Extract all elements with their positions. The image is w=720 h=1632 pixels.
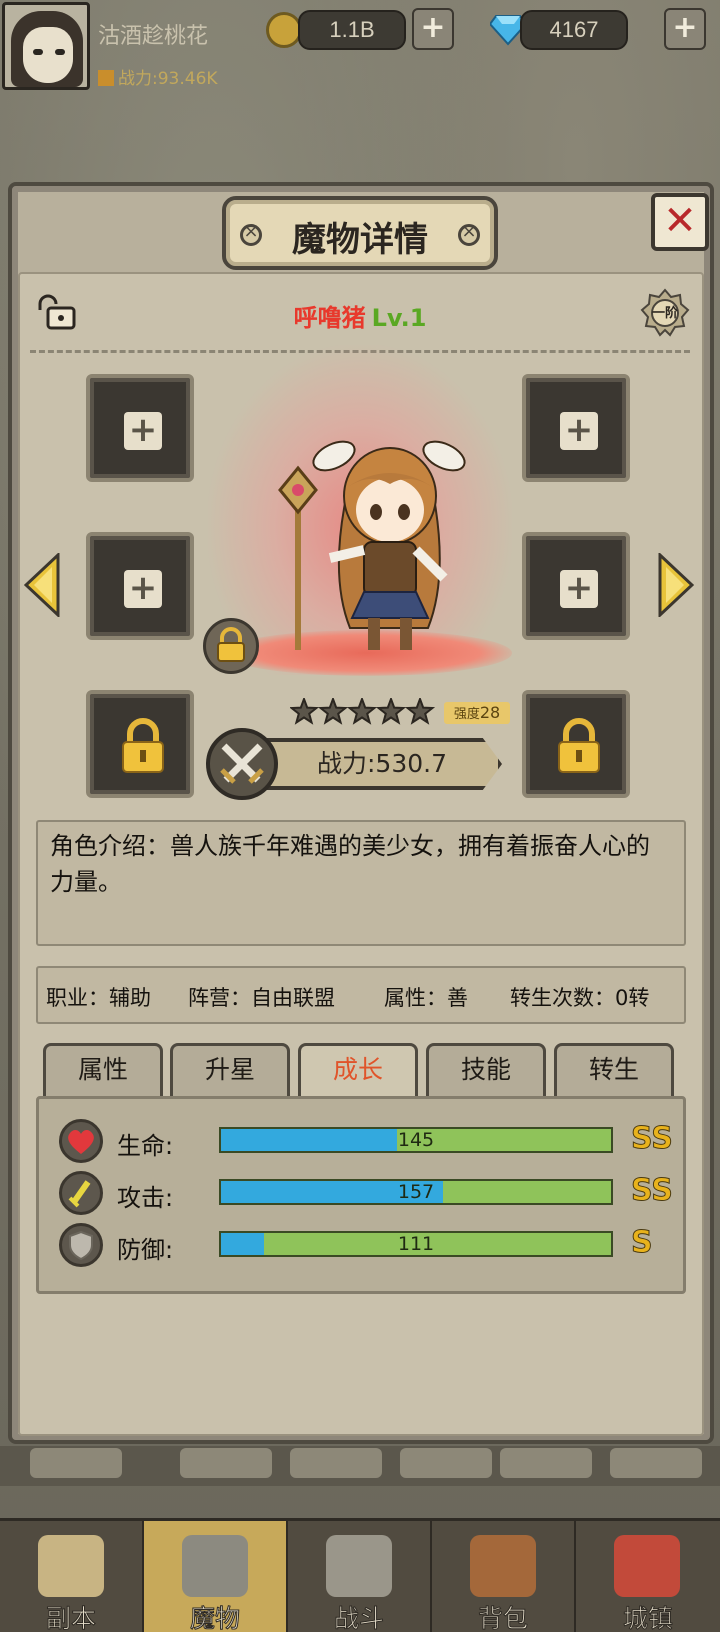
crossed-swords-icon: [220, 743, 264, 784]
equip-slot-1[interactable]: +: [86, 374, 194, 482]
player-power-value: 战力:93.46K: [118, 69, 218, 89]
attack-growth-value: 157: [397, 1181, 435, 1203]
sword-icon: [59, 1171, 103, 1215]
map-icon: [38, 1535, 104, 1597]
add-icon: +: [560, 570, 598, 608]
filter-strip: [0, 1446, 720, 1486]
player-avatar[interactable]: [2, 2, 90, 90]
player-power: 战力:93.46K: [98, 64, 218, 89]
attack-label: 攻击:: [117, 1184, 174, 1212]
strength-label: 强度: [453, 707, 480, 722]
top-bar: 沽酒趁桃花 战力:93.46K 1.1B + 4167 +: [0, 0, 720, 92]
nav-dungeon[interactable]: 副本: [0, 1521, 144, 1632]
star-icon: [290, 698, 320, 725]
defense-growth-bar: 111: [219, 1231, 613, 1257]
hp-label: 生命:: [117, 1132, 174, 1160]
equip-slot-2[interactable]: +: [522, 374, 630, 482]
alignment-text: 属性：善: [384, 986, 468, 1010]
character-lock-button[interactable]: [203, 618, 259, 674]
tab-rebirth[interactable]: 转生: [554, 1043, 674, 1097]
star-rating: [290, 698, 436, 725]
add-icon: +: [124, 570, 162, 608]
nav-monster-label: 魔物: [189, 1604, 240, 1632]
gem-count: 4167: [520, 10, 628, 50]
faction-text: 阵营：自由联盟: [188, 986, 335, 1010]
defense-label: 防御:: [117, 1236, 174, 1264]
monster-icon: [182, 1535, 248, 1597]
tab-growth[interactable]: 成长: [298, 1043, 418, 1099]
attributes-row: 职业：辅助 阵营：自由联盟 属性：善 转生次数：0转: [36, 966, 686, 1024]
nav-backpack-label: 背包: [477, 1604, 528, 1632]
equip-slot-4[interactable]: +: [522, 532, 630, 640]
heart-icon: [59, 1119, 103, 1163]
monster-level: Lv.1: [371, 304, 427, 332]
dialog-title-plate: 魔物详情: [222, 196, 498, 270]
combat-power: 战力:530.7: [317, 749, 447, 778]
crossed-swords-icon: [326, 1535, 392, 1597]
filter-button[interactable]: [400, 1448, 492, 1478]
nav-battle[interactable]: 战斗: [288, 1521, 432, 1632]
add-coins-button[interactable]: +: [412, 8, 454, 50]
rank-badge: 一阶: [640, 288, 690, 338]
tab-attributes[interactable]: 属性: [43, 1043, 163, 1097]
lock-icon: [558, 718, 600, 773]
power-icon: [98, 70, 114, 86]
bottom-navigation: 副本 魔物 战斗 背包 城镇: [0, 1518, 720, 1632]
attack-growth-bar: 157: [219, 1179, 613, 1205]
monster-name: 呼噜猪: [293, 304, 366, 332]
nav-town[interactable]: 城镇: [576, 1521, 720, 1632]
dialog-title: 魔物详情: [292, 220, 428, 260]
equip-slot-3[interactable]: +: [86, 532, 194, 640]
combat-power-badge: [206, 728, 278, 800]
bolt-icon: [458, 221, 480, 246]
defense-growth-value: 111: [397, 1233, 435, 1255]
monster-title: 呼噜猪 Lv.1: [0, 298, 720, 333]
growth-stats-panel: 生命: 145 SS 攻击: 157 SS 防御: 111 S: [36, 1096, 686, 1294]
filter-button[interactable]: [610, 1448, 702, 1478]
shield-icon: [59, 1223, 103, 1267]
close-button[interactable]: ✕: [651, 193, 709, 251]
add-icon: +: [124, 412, 162, 450]
lock-icon: [217, 627, 245, 662]
star-icon: [404, 698, 436, 725]
hp-growth-bar: 145: [219, 1127, 613, 1153]
equip-slot-locked-2[interactable]: [522, 690, 630, 798]
filter-button[interactable]: [500, 1448, 592, 1478]
filter-button[interactable]: [180, 1448, 272, 1478]
tab-star-up[interactable]: 升星: [170, 1043, 290, 1097]
backpack-icon: [470, 1535, 536, 1597]
coin-icon: [266, 12, 302, 48]
previous-arrow-icon[interactable]: [24, 553, 60, 617]
nav-backpack[interactable]: 背包: [432, 1521, 576, 1632]
town-icon: [614, 1535, 680, 1597]
nav-dungeon-label: 副本: [45, 1604, 96, 1632]
star-icon: [375, 698, 407, 725]
filter-button[interactable]: [30, 1448, 122, 1478]
rebirth-text: 转生次数：0转: [510, 986, 650, 1010]
strength-value: 28: [479, 703, 501, 722]
tab-skills[interactable]: 技能: [426, 1043, 546, 1097]
hp-growth-value: 145: [397, 1129, 435, 1151]
nav-battle-label: 战斗: [333, 1604, 384, 1632]
star-icon: [346, 698, 378, 725]
equip-slot-locked-1[interactable]: [86, 690, 194, 798]
nav-town-label: 城镇: [622, 1604, 673, 1632]
nav-monster[interactable]: 魔物: [144, 1521, 288, 1632]
add-icon: +: [560, 412, 598, 450]
next-arrow-icon[interactable]: [658, 553, 694, 617]
lock-icon: [122, 718, 164, 773]
strength-badge: 强度28: [444, 702, 510, 724]
filter-button[interactable]: [290, 1448, 382, 1478]
job-text: 职业：辅助: [46, 986, 151, 1010]
rank-label: 一阶: [651, 306, 678, 321]
hp-grade: SS: [631, 1121, 674, 1157]
add-gems-button[interactable]: +: [664, 8, 706, 50]
defense-grade: S: [631, 1225, 654, 1261]
player-name: 沽酒趁桃花: [98, 24, 209, 49]
star-icon: [317, 698, 349, 725]
monster-portrait[interactable]: [250, 428, 470, 658]
coin-count: 1.1B: [298, 10, 406, 50]
attack-grade: SS: [631, 1173, 674, 1209]
character-intro: 角色介绍：兽人族千年难遇的美少女，拥有着振奋人心的力量。: [36, 820, 686, 946]
